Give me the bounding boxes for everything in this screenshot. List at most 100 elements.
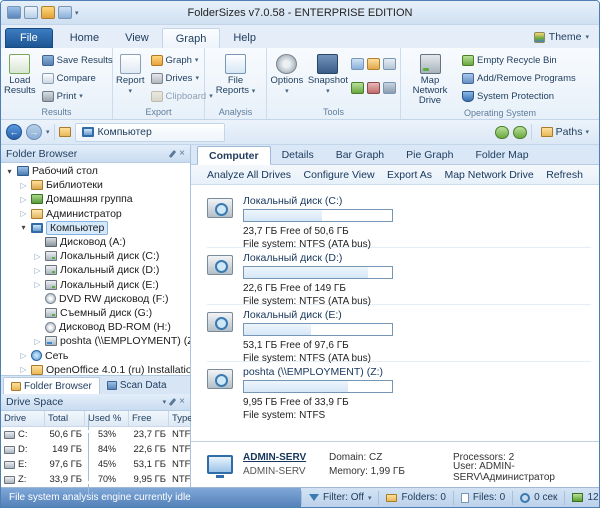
tree-item-drive-c[interactable]: ▷ Локальный диск (C:) [1, 249, 190, 263]
engine-status-message: File system analysis engine currently id… [1, 487, 301, 507]
tree-item-drive-f[interactable]: DVD RW дисковод (F:) [1, 292, 190, 306]
tree-item-openoffice[interactable]: ▷OpenOffice 4.0.1 (ru) Installation F... [1, 363, 190, 375]
computer-quick-icon[interactable] [24, 6, 38, 19]
drive-entry-d[interactable]: Локальный диск (D:) 22,6 ГБ Free of 149 … [207, 248, 591, 307]
save-results-button[interactable]: Save Results [39, 52, 116, 68]
system-protection-button[interactable]: System Protection [459, 89, 579, 105]
tab-help[interactable]: Help [220, 28, 269, 48]
memory-chip-icon [572, 493, 584, 502]
load-results-button[interactable]: Load Results [3, 50, 37, 106]
search-tool-icon[interactable] [351, 57, 364, 70]
refresh-icon[interactable] [494, 125, 509, 139]
usage-bar [243, 266, 393, 279]
free-space-text: 23,7 ГБ Free of 50,6 ГБ [243, 226, 349, 237]
map-network-drive-link[interactable]: Map Network Drive [444, 169, 533, 181]
tree-item-drive-a[interactable]: Дисковод (A:) [1, 235, 190, 249]
close-icon[interactable]: × [179, 397, 185, 407]
monitor-tool-icon[interactable] [383, 82, 396, 95]
floppy-drive-icon [45, 237, 57, 248]
theme-dropdown-icon: ▾ [585, 34, 589, 41]
tree-item-drive-h[interactable]: Дисковод BD-ROM (H:) [1, 320, 190, 334]
pin-icon[interactable] [168, 397, 177, 407]
table-row[interactable]: Z: 33,9 ГБ 70% 9,95 ГБ NTFS [1, 463, 191, 496]
forward-button[interactable]: → [26, 124, 42, 140]
hard-drive-icon [4, 445, 15, 454]
snapshot-button[interactable]: Snapshot ▾ [307, 50, 349, 106]
table-row[interactable]: C: 50,6 ГБ 53% 23,7 ГБ NTFS [1, 418, 191, 451]
load-results-icon [9, 54, 31, 74]
table-row[interactable]: D: 149 ГБ 84% 22,6 ГБ NTFS [1, 433, 191, 466]
history-dropdown-icon[interactable]: ▾ [46, 128, 50, 136]
drive-space-dropdown-icon[interactable]: ▾ [163, 398, 167, 406]
add-remove-programs-button[interactable]: Add/Remove Programs [459, 71, 579, 87]
dvd-drive-icon [45, 293, 56, 305]
refresh-link[interactable]: Refresh [546, 169, 583, 181]
pin-icon[interactable] [168, 149, 177, 158]
network-icon [31, 350, 42, 362]
tree-item-drive-e[interactable]: ▷ Локальный диск (E:) [1, 278, 190, 292]
tab-view[interactable]: View [112, 28, 162, 48]
filter-status[interactable]: Filter: Off ▾ [301, 490, 378, 505]
tab-details[interactable]: Details [271, 145, 325, 164]
file-system-text: File system: NTFS (ATA bus) [243, 239, 371, 250]
print-button[interactable]: Print ▾ [39, 88, 116, 104]
report-button[interactable]: Report ▾ [115, 50, 146, 106]
tab-scan-data[interactable]: Scan Data [100, 377, 174, 394]
tree-item-drive-z[interactable]: ▷ poshta (\\EMPLOYMENT) (Z:) [1, 334, 190, 348]
up-folder-icon[interactable] [58, 127, 71, 137]
report-icon [119, 54, 141, 74]
back-button[interactable]: ← [6, 124, 22, 140]
search-quick-icon[interactable] [58, 6, 72, 19]
compare-button[interactable]: Compare [39, 70, 116, 86]
tree-item-desktop[interactable]: ▾ Рабочий стол [1, 164, 190, 178]
recycle-bin-icon [462, 54, 474, 66]
table-row[interactable]: E: 97,6 ГБ 45% 53,1 ГБ NTFS [1, 448, 191, 481]
configure-view-link[interactable]: Configure View [304, 169, 375, 181]
file-reports-button[interactable]: File Reports ▾ [213, 50, 259, 106]
tab-folder-browser[interactable]: Folder Browser [3, 377, 100, 394]
console-tool-icon[interactable] [383, 57, 396, 70]
tab-bar-graph[interactable]: Bar Graph [325, 145, 395, 164]
export-as-link[interactable]: Export As [387, 169, 432, 181]
group-label-operating-system: Operating System [463, 108, 537, 118]
map-network-drive-button[interactable]: Map Network Drive [403, 50, 457, 107]
tab-folder-map[interactable]: Folder Map [464, 145, 539, 164]
file-menu-button[interactable]: File [5, 28, 53, 48]
address-breadcrumb[interactable]: Компьютер [74, 122, 225, 142]
tree-item-libraries[interactable]: ▷ Библиотеки [1, 178, 190, 192]
tree-item-drive-g[interactable]: Съемный диск (G:) [1, 306, 190, 320]
tree-item-homegroup[interactable]: ▷ Домашняя группа [1, 192, 190, 206]
address-bar: ← → ▾ Компьютер Paths ▾ [1, 120, 599, 145]
tab-computer[interactable]: Computer [197, 146, 271, 165]
tree-item-user[interactable]: ▷ Администратор [1, 207, 190, 221]
tab-home[interactable]: Home [57, 28, 112, 48]
tab-pie-graph[interactable]: Pie Graph [395, 145, 464, 164]
user-folder-icon [31, 208, 43, 219]
close-icon[interactable]: × [179, 148, 185, 158]
drive-entry-e[interactable]: Локальный диск (E:) 53,1 ГБ Free of 97,6… [207, 305, 591, 364]
theme-button[interactable]: Theme ▾ [528, 28, 595, 46]
tab-graph[interactable]: Graph [161, 28, 221, 48]
folders-count: Folders: 0 [378, 490, 452, 505]
tree-item-drive-d[interactable]: ▷ Локальный диск (D:) [1, 263, 190, 277]
drive-entry-c[interactable]: Локальный диск (C:) 23,7 ГБ Free of 50,6… [207, 191, 591, 250]
qat-dropdown-icon[interactable]: ▾ [75, 9, 79, 17]
scan-data-tab-icon [106, 381, 117, 390]
scheduler-tool-icon[interactable] [367, 57, 380, 70]
computer-info: ADMIN-SERV Domain: CZ Processors: 2 ADMI… [191, 441, 599, 487]
filter-quick-icon[interactable] [41, 6, 55, 19]
rules-tool-icon[interactable] [351, 82, 364, 95]
computer-name-link[interactable]: ADMIN-SERV [243, 452, 315, 463]
sync-icon[interactable] [512, 125, 527, 139]
analyze-all-drives-link[interactable]: Analyze All Drives [207, 169, 291, 181]
options-button[interactable]: Options ▾ [269, 50, 305, 106]
tree-item-computer[interactable]: ▾ Компьютер [1, 220, 190, 235]
empty-recycle-bin-button[interactable]: Empty Recycle Bin [459, 52, 579, 68]
paths-button[interactable]: Paths ▾ [536, 125, 594, 139]
drive-entry-z[interactable]: poshta (\\EMPLOYMENT) (Z:) 9,95 ГБ Free … [207, 362, 591, 421]
app-icon[interactable] [7, 6, 21, 19]
theme-icon [533, 31, 545, 43]
tree-item-network[interactable]: ▷ Сеть [1, 348, 190, 362]
alerts-tool-icon[interactable] [367, 82, 380, 95]
file-system-text: File system: NTFS [243, 410, 326, 421]
